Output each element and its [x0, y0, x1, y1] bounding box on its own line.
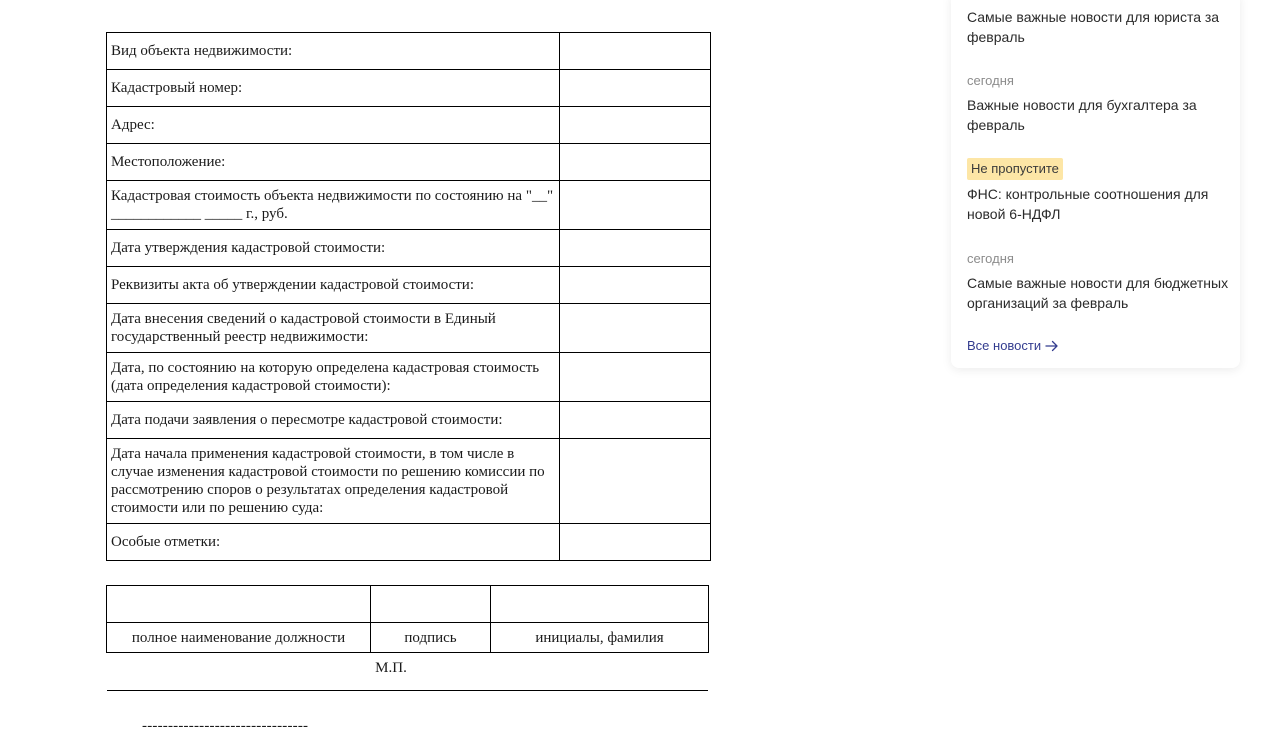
row-value-cell: [559, 69, 711, 107]
row-label: Адрес:: [106, 106, 560, 144]
position-caption: полное наименование должности: [106, 622, 371, 653]
table-row: Адрес:: [106, 106, 711, 144]
row-label: Кадастровая стоимость объекта недвижимос…: [106, 180, 560, 230]
row-value-cell: [559, 229, 711, 267]
sign-caption: подпись: [370, 622, 491, 653]
row-label: Особые отметки:: [106, 523, 560, 561]
news-item[interactable]: сегодня Важные новости для бухгалтера за…: [967, 73, 1229, 135]
row-value-cell: [559, 266, 711, 304]
row-value-cell: [559, 180, 711, 230]
news-date: сегодня: [967, 251, 1014, 266]
row-label: Дата внесения сведений о кадастровой сто…: [106, 303, 560, 353]
row-label: Вид объекта недвижимости:: [106, 32, 560, 70]
row-value-cell: [559, 303, 711, 353]
row-label: Реквизиты акта об утверждении кадастрово…: [106, 266, 560, 304]
row-value-cell: [559, 352, 711, 402]
row-label: Дата начала применения кадастровой стоим…: [106, 438, 560, 524]
table-row: Реквизиты акта об утверждении кадастрово…: [106, 266, 711, 304]
row-label: Кадастровый номер:: [106, 69, 560, 107]
arrow-right-icon: [1045, 340, 1058, 351]
news-item[interactable]: Не пропустите ФНС: контрольные соотношен…: [967, 158, 1229, 224]
row-value-cell: [559, 106, 711, 144]
news-date: сегодня: [967, 73, 1014, 88]
row-label: Местоположение:: [106, 143, 560, 181]
stamp-placeholder: М.П.: [375, 660, 407, 676]
table-row: Местоположение:: [106, 143, 711, 181]
news-badge: Не пропустите: [967, 158, 1063, 180]
news-item[interactable]: сегодня Самые важные новости для бюджетн…: [967, 251, 1229, 313]
all-news-link[interactable]: Все новости: [967, 338, 1059, 353]
footnote-separator: --------------------------------: [142, 718, 309, 734]
news-item[interactable]: Самые важные новости для юриста за февра…: [967, 7, 1229, 47]
row-label: Дата утверждения кадастровой стоимости:: [106, 229, 560, 267]
table-row: Дата внесения сведений о кадастровой сто…: [106, 303, 711, 353]
name-blank-cell: [490, 585, 709, 623]
all-news-label: Все новости: [967, 338, 1042, 353]
row-value-cell: [559, 143, 711, 181]
table-row: Кадастровая стоимость объекта недвижимос…: [106, 180, 711, 230]
news-sidebar-card: Самые важные новости для юриста за февра…: [951, 0, 1240, 368]
name-caption: инициалы, фамилия: [490, 622, 709, 653]
row-value-cell: [559, 32, 711, 70]
table-row: Дата, по состоянию на которую определена…: [106, 352, 711, 402]
position-blank-cell: [106, 585, 371, 623]
cadastral-form-table: Вид объекта недвижимости: Кадастровый но…: [106, 32, 711, 561]
sign-blank-cell: [370, 585, 491, 623]
table-row: Дата начала применения кадастровой стоим…: [106, 438, 711, 524]
signature-table: полное наименование должности подпись ин…: [106, 585, 709, 653]
signature-caption-row: полное наименование должности подпись ин…: [106, 622, 709, 653]
table-row: Особые отметки:: [106, 523, 711, 561]
row-value-cell: [559, 401, 711, 439]
signature-blank-row: [106, 585, 709, 623]
table-row: Дата утверждения кадастровой стоимости:: [106, 229, 711, 267]
table-row: Вид объекта недвижимости:: [106, 32, 711, 70]
news-title[interactable]: Самые важные новости для бюджетных орган…: [967, 273, 1229, 313]
row-value-cell: [559, 523, 711, 561]
news-title[interactable]: ФНС: контрольные соотношения для новой 6…: [967, 184, 1229, 224]
table-row: Дата подачи заявления о пересмотре кадас…: [106, 401, 711, 439]
table-row: Кадастровый номер:: [106, 69, 711, 107]
news-title[interactable]: Важные новости для бухгалтера за февраль: [967, 95, 1229, 135]
row-value-cell: [559, 438, 711, 524]
row-label: Дата подачи заявления о пересмотре кадас…: [106, 401, 560, 439]
news-title[interactable]: Самые важные новости для юриста за февра…: [967, 7, 1229, 47]
row-label: Дата, по состоянию на которую определена…: [106, 352, 560, 402]
divider-line: [107, 690, 708, 691]
